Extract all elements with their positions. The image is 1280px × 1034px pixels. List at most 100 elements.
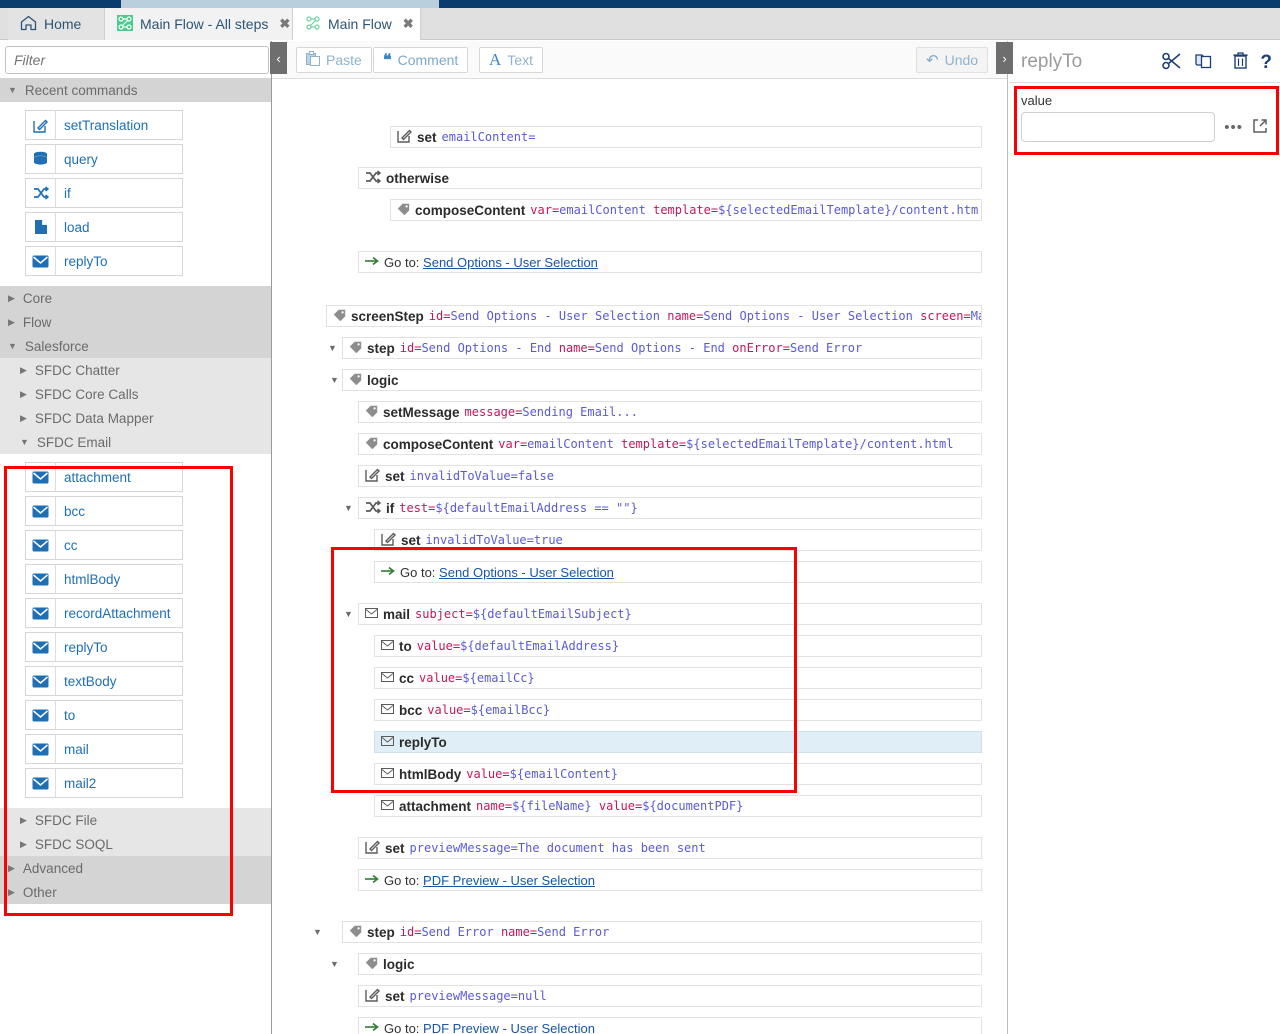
- goto-link[interactable]: Send Options - User Selection: [423, 255, 598, 270]
- flow-node-goto[interactable]: Go to: Send Options - User Selection: [358, 251, 982, 273]
- sidebar-group-sfdc-data-mapper[interactable]: ▶SFDC Data Mapper: [0, 406, 271, 430]
- sidebar-command-to[interactable]: to: [25, 700, 183, 730]
- chevron-down-icon[interactable]: ▼: [330, 960, 339, 969]
- envelope-icon: [26, 531, 56, 559]
- sidebar-command-label: mail: [56, 735, 89, 763]
- comment-label: Comment: [398, 52, 459, 68]
- flow-node-otherwise[interactable]: otherwise: [358, 167, 982, 189]
- tab-main-flow[interactable]: Main Flow✖: [293, 8, 421, 40]
- tab-home[interactable]: Home: [8, 8, 105, 40]
- goto-text: Go to: PDF Preview - User Selection: [384, 873, 595, 888]
- chevron-down-icon[interactable]: ▼: [330, 376, 339, 385]
- flow-node-setMessage[interactable]: setMessagemessage=Sending Email...: [358, 401, 982, 423]
- flow-node-mail[interactable]: mailsubject=${defaultEmailSubject}: [358, 603, 982, 625]
- sidebar-command-cc[interactable]: cc: [25, 530, 183, 560]
- sidebar-group-advanced[interactable]: ▶Advanced: [0, 856, 271, 880]
- sidebar-command-if[interactable]: if: [25, 178, 183, 208]
- close-icon[interactable]: ✖: [403, 16, 414, 32]
- sidebar-group-salesforce[interactable]: ▼Salesforce: [0, 334, 271, 358]
- sidebar-command-replyto[interactable]: replyTo: [25, 632, 183, 662]
- flow-node-goto[interactable]: Go to: PDF Preview - User Selection: [358, 869, 982, 891]
- flow-node-set[interactable]: setpreviewMessage=The document has been …: [358, 837, 982, 859]
- flow-node-htmlBody[interactable]: htmlBodyvalue=${emailContent}: [374, 763, 982, 785]
- copy-icon[interactable]: [1194, 51, 1213, 73]
- sidebar-command-bcc[interactable]: bcc: [25, 496, 183, 526]
- sidebar-group-other[interactable]: ▶Other: [0, 880, 271, 904]
- sidebar-command-attachment[interactable]: attachment: [25, 462, 183, 492]
- cut-icon[interactable]: [1162, 52, 1182, 73]
- flow-node-bcc[interactable]: bccvalue=${emailBcc}: [374, 699, 982, 721]
- flow-node-step[interactable]: stepid=Send Error name=Send Error: [342, 921, 982, 943]
- sidebar-group-core[interactable]: ▶Core: [0, 286, 271, 310]
- sidebar-group-sfdc-core-calls[interactable]: ▶SFDC Core Calls: [0, 382, 271, 406]
- more-options-icon[interactable]: •••: [1224, 119, 1243, 136]
- close-icon[interactable]: ✖: [279, 16, 290, 32]
- attribute-key: value=: [599, 799, 642, 813]
- sidebar-command-recordattachment[interactable]: recordAttachment: [25, 598, 183, 628]
- comment-button[interactable]: ❝ Comment: [373, 47, 468, 73]
- chevron-down-icon[interactable]: ▼: [313, 928, 322, 937]
- flow-node-attributes: var=emailContent template=${selectedEmai…: [498, 437, 953, 451]
- flow-node-set[interactable]: setpreviewMessage=null: [358, 985, 982, 1007]
- attribute-key: name=: [476, 799, 512, 813]
- flow-node-composeContent[interactable]: composeContentvar=emailContent template=…: [358, 433, 982, 455]
- goto-link[interactable]: PDF Preview - User Selection: [423, 873, 595, 888]
- collapse-right-panel-handle[interactable]: ›: [996, 42, 1013, 74]
- sidebar-command-load[interactable]: load: [25, 212, 183, 242]
- goto-link[interactable]: Send Options - User Selection: [439, 565, 614, 580]
- sidebar-command-label: attachment: [56, 463, 131, 491]
- sidebar-command-mail2[interactable]: mail2: [25, 768, 183, 798]
- chevron-down-icon[interactable]: ▼: [328, 344, 337, 353]
- flow-node-screenStep[interactable]: screenStepid=Send Options - User Selecti…: [326, 305, 982, 327]
- goto-link[interactable]: PDF Preview - User Selection: [423, 1021, 595, 1034]
- flow-node-if[interactable]: iftest=${defaultEmailAddress == ""}: [358, 497, 982, 519]
- flow-node-set[interactable]: setemailContent=: [390, 126, 982, 148]
- paste-button[interactable]: Paste: [296, 47, 372, 73]
- flow-node-to[interactable]: tovalue=${defaultEmailAddress}: [374, 635, 982, 657]
- trash-icon[interactable]: [1233, 52, 1248, 73]
- sidebar-group-sfdc-email[interactable]: ▼SFDC Email: [0, 430, 271, 454]
- flow-node-cc[interactable]: ccvalue=${emailCc}: [374, 667, 982, 689]
- open-external-icon[interactable]: [1252, 118, 1268, 137]
- flow-node-attributes: test=${defaultEmailAddress == ""}: [399, 501, 637, 515]
- chevron-down-icon[interactable]: ▼: [344, 610, 353, 619]
- sidebar-group-label: Advanced: [23, 861, 83, 876]
- collapse-left-panel-handle[interactable]: ‹: [270, 42, 287, 74]
- sidebar-group-sfdc-file[interactable]: ▶SFDC File: [0, 808, 271, 832]
- properties-header: replyTo ?: [1009, 41, 1280, 83]
- sidebar-command-settranslation[interactable]: setTranslation: [25, 110, 183, 140]
- flow-node-set[interactable]: setinvalidToValue=true: [374, 529, 982, 551]
- pencil-square-icon: [397, 128, 412, 146]
- sidebar-command-mail[interactable]: mail: [25, 734, 183, 764]
- flow-node-logic[interactable]: logic: [342, 369, 982, 391]
- tag-icon: [333, 309, 346, 324]
- chevron-right-icon: ▶: [20, 390, 27, 399]
- value-field-row: •••: [1021, 112, 1268, 142]
- sidebar-group-flow[interactable]: ▶Flow: [0, 310, 271, 334]
- sidebar-command-htmlbody[interactable]: htmlBody: [25, 564, 183, 594]
- flow-node-logic[interactable]: logic: [358, 953, 982, 975]
- sidebar-group-sfdc-chatter[interactable]: ▶SFDC Chatter: [0, 358, 271, 382]
- flow-node-goto[interactable]: Go to: Send Options - User Selection: [374, 561, 982, 583]
- help-icon[interactable]: ?: [1260, 53, 1272, 72]
- flow-node-step[interactable]: stepid=Send Options - End name=Send Opti…: [342, 337, 982, 359]
- sidebar-group-sfdc-soql[interactable]: ▶SFDC SOQL: [0, 832, 271, 856]
- sidebar-command-replyto[interactable]: replyTo: [25, 246, 183, 276]
- attribute-key: value=: [419, 671, 462, 685]
- filter-input[interactable]: [5, 46, 269, 74]
- sidebar-command-query[interactable]: query: [25, 144, 183, 174]
- flow-node-name: htmlBody: [399, 767, 461, 782]
- flow-node-replyTo[interactable]: replyTo: [374, 731, 982, 753]
- value-input[interactable]: [1021, 112, 1215, 142]
- chevron-down-icon[interactable]: ▼: [344, 504, 353, 513]
- text-label: Text: [507, 52, 533, 68]
- flow-node-goto[interactable]: Go to: PDF Preview - User Selection: [358, 1017, 982, 1034]
- flow-node-set[interactable]: setinvalidToValue=false: [358, 465, 982, 487]
- sidebar-group-recent-commands[interactable]: ▼Recent commands: [0, 78, 271, 102]
- sidebar-command-textbody[interactable]: textBody: [25, 666, 183, 696]
- text-button[interactable]: A Text: [479, 47, 543, 73]
- undo-button[interactable]: ↶ Undo: [916, 47, 988, 73]
- flow-node-composeContent[interactable]: composeContentvar=emailContent template=…: [390, 199, 982, 221]
- tab-main-flow-all-steps[interactable]: Main Flow - All steps✖: [105, 8, 293, 40]
- flow-node-attachment[interactable]: attachmentname=${fileName} value=${docum…: [374, 795, 982, 817]
